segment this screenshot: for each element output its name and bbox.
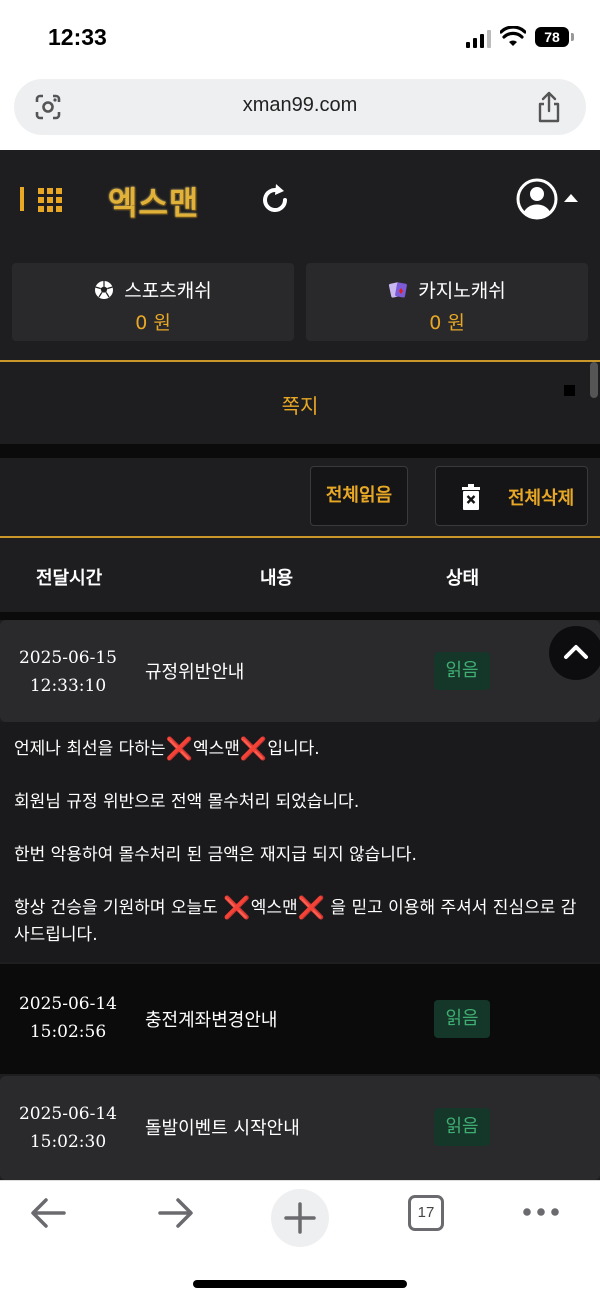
home-indicator[interactable] xyxy=(193,1280,407,1288)
scrollbar-thumb[interactable] xyxy=(590,362,598,398)
message-body: 언제나 최선을 다하는❌엑스맨❌입니다. 회원님 규정 위반으로 전액 몰수처리… xyxy=(0,722,600,962)
status-badge: 읽음 xyxy=(434,1000,490,1038)
table-row[interactable]: 2025-06-14 15:02:30 돌발이벤트 시작안내 읽음 xyxy=(0,1076,600,1180)
sports-cash-amount: 0 원 xyxy=(135,312,171,334)
sports-cash-card: 스포츠캐쉬 0 원 xyxy=(12,263,294,341)
share-icon[interactable] xyxy=(535,91,563,123)
message-line: 한번 악용하여 몰수처리 된 금액은 재지급 되지 않습니다. xyxy=(14,845,417,865)
cards-icon xyxy=(389,282,408,298)
row-subject[interactable]: 돌발이벤트 시작안내 xyxy=(145,1114,300,1140)
table-row[interactable]: 2025-06-14 15:02:56 충전계좌변경안내 읽음 xyxy=(0,964,600,1074)
plus-icon xyxy=(284,1202,316,1234)
message-line: 회원님 규정 위반으로 전액 몰수처리 되었습니다. xyxy=(14,792,360,812)
tab-switcher-button[interactable]: 17 xyxy=(408,1195,444,1231)
cellular-signal-icon xyxy=(466,30,491,48)
user-menu-caret-icon[interactable] xyxy=(564,194,578,202)
x-mark-icon: ❌ xyxy=(239,737,268,762)
table-header: 전달시간 내용 상태 xyxy=(0,540,600,612)
row-time: 15:02:56 xyxy=(29,1022,107,1042)
row-subject[interactable]: 규정위반안내 xyxy=(145,658,244,684)
back-arrow-icon[interactable] xyxy=(28,1195,68,1231)
divider xyxy=(0,444,600,458)
row-date: 2025-06-14 xyxy=(18,1104,117,1124)
row-datetime: 2025-06-15 12:33:10 xyxy=(18,644,118,700)
action-bar: 전체읽음 전체삭제 xyxy=(0,458,600,538)
more-options-icon[interactable] xyxy=(522,1207,560,1217)
trash-icon xyxy=(462,484,480,510)
read-all-button[interactable]: 전체읽음 xyxy=(310,466,408,526)
battery-tip xyxy=(571,33,574,41)
browser-url-area: xman99.com xyxy=(0,75,600,150)
row-date: 2025-06-14 xyxy=(18,994,117,1014)
soccer-ball-icon xyxy=(95,281,114,299)
row-subject[interactable]: 충전계좌변경안내 xyxy=(145,1006,277,1032)
row-date: 2025-06-15 xyxy=(18,648,117,668)
small-square-icon xyxy=(564,385,575,396)
menu-accent-bar xyxy=(20,187,24,211)
status-badge: 읽음 xyxy=(434,1108,490,1146)
page-title: 쪽지 xyxy=(281,394,319,418)
forward-arrow-icon[interactable] xyxy=(156,1195,196,1231)
url-text[interactable]: xman99.com xyxy=(14,94,586,117)
x-mark-icon: ❌ xyxy=(297,896,326,921)
refresh-icon[interactable] xyxy=(260,180,292,216)
clock: 12:33 xyxy=(48,24,107,50)
section-header: 쪽지 xyxy=(0,360,600,444)
message-line: 항상 건승을 기원하며 오늘도 ❌엑스맨❌ 을 믿고 이용해 주셔서 진심으로 … xyxy=(14,896,577,945)
casino-cash-amount: 0 원 xyxy=(429,312,465,334)
chevron-up-icon xyxy=(564,645,588,659)
user-avatar-icon[interactable] xyxy=(516,178,558,220)
column-header-content: 내용 xyxy=(260,568,294,589)
message-line: 언제나 최선을 다하는❌엑스맨❌입니다. xyxy=(14,737,320,762)
status-bar: 12:33 78 xyxy=(0,0,600,75)
new-tab-button[interactable] xyxy=(271,1189,329,1247)
address-bar[interactable]: xman99.com xyxy=(14,79,586,135)
x-mark-icon: ❌ xyxy=(223,896,251,921)
wifi-icon xyxy=(500,26,526,46)
column-header-status: 상태 xyxy=(446,568,480,589)
row-datetime: 2025-06-14 15:02:56 xyxy=(18,990,118,1046)
delete-all-button[interactable]: 전체삭제 xyxy=(435,466,588,526)
battery-indicator: 78 xyxy=(535,27,569,47)
casino-cash-card: 카지노캐쉬 0 원 xyxy=(306,263,588,341)
x-mark-icon: ❌ xyxy=(165,737,193,762)
column-header-time: 전달시간 xyxy=(36,568,103,589)
sports-cash-label: 스포츠캐쉬 xyxy=(124,280,212,302)
grid-menu-icon[interactable] xyxy=(38,188,62,212)
delete-all-label: 전체삭제 xyxy=(508,488,575,509)
scroll-to-top-button[interactable] xyxy=(549,626,600,680)
table-row[interactable]: 2025-06-15 12:33:10 규정위반안내 읽음 xyxy=(0,620,600,722)
site-header: 엑스맨 xyxy=(0,150,600,245)
site-logo[interactable]: 엑스맨 xyxy=(108,178,199,224)
row-datetime: 2025-06-14 15:02:30 xyxy=(18,1100,118,1156)
row-time: 15:02:30 xyxy=(29,1132,107,1152)
casino-cash-label: 카지노캐쉬 xyxy=(418,280,506,302)
divider xyxy=(0,612,600,620)
status-badge: 읽음 xyxy=(434,652,490,690)
row-time: 12:33:10 xyxy=(29,676,107,696)
